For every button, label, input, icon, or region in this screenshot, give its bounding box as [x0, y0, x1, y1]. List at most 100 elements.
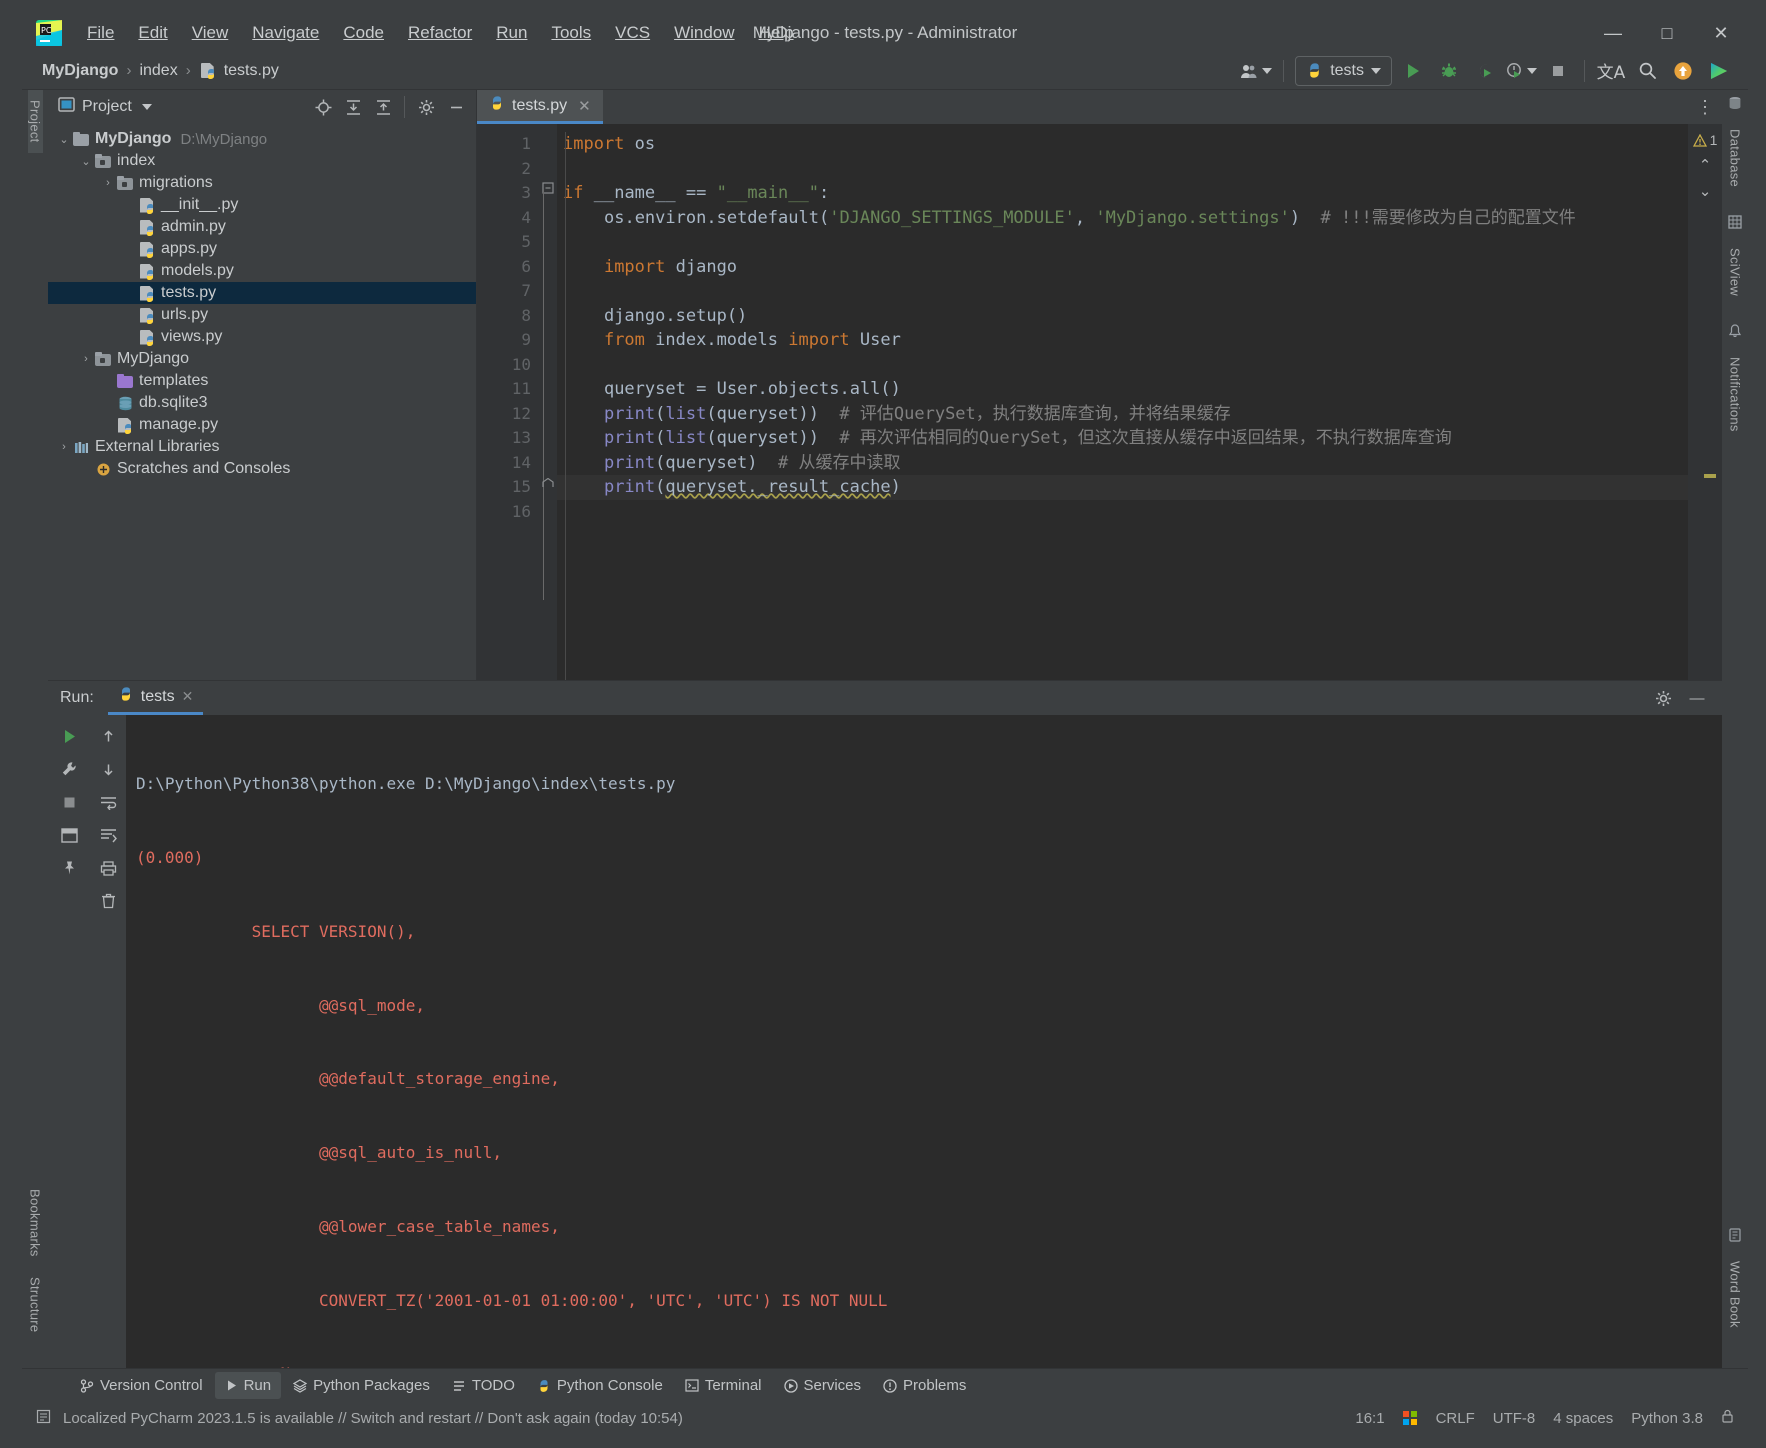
close-icon[interactable]: ✕ [182, 688, 194, 705]
tree-row[interactable]: manage.py [48, 414, 476, 436]
indent-setting[interactable]: 4 spaces [1553, 1410, 1613, 1427]
menu-bar[interactable]: File Edit View Navigate Code Refactor Ru… [76, 19, 805, 47]
fold-end-icon[interactable] [542, 475, 554, 493]
breadcrumb-project[interactable]: MyDjango [36, 60, 124, 82]
breadcrumb-folder[interactable]: index [133, 60, 183, 82]
sidebar-item-notifications[interactable]: Notifications [1728, 347, 1743, 442]
run-tab-tests[interactable]: tests ✕ [107, 681, 204, 715]
tree-row[interactable]: Scratches and Consoles [48, 458, 476, 480]
menu-item-help[interactable]: Help [748, 19, 805, 47]
bottom-tab-todo[interactable]: TODO [442, 1372, 525, 1399]
bottom-tab-python-console[interactable]: Python Console [527, 1372, 673, 1399]
bottom-tab-services[interactable]: Services [774, 1372, 872, 1399]
tree-row[interactable]: › migrations [48, 172, 476, 194]
breadcrumb-file[interactable]: tests.py [218, 60, 285, 82]
wrench-icon[interactable] [54, 754, 84, 784]
project-tree[interactable]: ⌄ MyDjango D:\MyDjango ⌄ index › migrati… [48, 124, 476, 680]
chevron-right-icon[interactable]: › [78, 353, 94, 365]
close-button[interactable]: ✕ [1694, 14, 1748, 52]
tree-row[interactable]: ⌄ MyDjango D:\MyDjango [48, 128, 476, 150]
caret-position[interactable]: 16:1 [1355, 1410, 1384, 1427]
menu-item-edit[interactable]: Edit [127, 19, 178, 47]
sidebar-item-sciview[interactable]: SciView [1728, 238, 1743, 306]
menu-item-navigate[interactable]: Navigate [241, 19, 330, 47]
lock-icon[interactable] [1721, 1409, 1734, 1428]
scroll-up-icon[interactable] [93, 721, 123, 751]
tree-row[interactable]: models.py [48, 260, 476, 282]
menu-item-view[interactable]: View [181, 19, 240, 47]
run-with-coverage-button[interactable] [1470, 56, 1500, 86]
stop-button[interactable] [1543, 56, 1573, 86]
code-text[interactable]: import os if __name__ == "__main__": os.… [557, 124, 1722, 680]
tree-row-selected[interactable]: tests.py [48, 282, 476, 304]
stop-icon[interactable] [54, 787, 84, 817]
sidebar-item-project[interactable]: Project [27, 90, 43, 153]
tree-row[interactable]: db.sqlite3 [48, 392, 476, 414]
editor-options-icon[interactable]: ⋮ [1688, 90, 1722, 124]
bottom-tab-problems[interactable]: Problems [873, 1372, 976, 1399]
warning-count-chip[interactable]: 1 [1692, 132, 1717, 148]
profile-button[interactable] [1506, 56, 1537, 86]
tab-tests-py[interactable]: tests.py ✕ [477, 90, 603, 124]
locate-icon[interactable] [309, 94, 337, 120]
rerun-icon[interactable] [54, 721, 84, 751]
translate-icon[interactable]: 文A [1596, 56, 1626, 86]
status-message[interactable]: Localized PyCharm 2023.1.5 is available … [63, 1410, 683, 1427]
run-button[interactable] [1398, 56, 1428, 86]
gear-icon[interactable] [1648, 683, 1678, 713]
menu-item-run[interactable]: Run [485, 19, 538, 47]
event-log-icon[interactable] [36, 1409, 51, 1428]
chevron-right-icon[interactable]: › [56, 441, 72, 453]
debug-button[interactable] [1434, 56, 1464, 86]
menu-item-tools[interactable]: Tools [540, 19, 602, 47]
scroll-to-end-icon[interactable] [93, 820, 123, 850]
sidebar-item-bookmarks[interactable]: Bookmarks [28, 1179, 43, 1267]
scroll-down-icon[interactable] [93, 754, 123, 784]
ide-feature-icon[interactable] [1704, 56, 1734, 86]
tree-row[interactable]: views.py [48, 326, 476, 348]
maximize-button[interactable]: □ [1640, 14, 1694, 52]
tree-row[interactable]: admin.py [48, 216, 476, 238]
menu-item-refactor[interactable]: Refactor [397, 19, 483, 47]
clear-all-icon[interactable] [93, 886, 123, 916]
line-separator[interactable]: CRLF [1436, 1410, 1475, 1427]
tree-row[interactable]: urls.py [48, 304, 476, 326]
python-interpreter[interactable]: Python 3.8 [1631, 1410, 1703, 1427]
chevron-down-icon[interactable]: ⌄ [56, 133, 72, 146]
menu-item-code[interactable]: Code [332, 19, 395, 47]
prev-problem-icon[interactable]: ⌃ [1699, 156, 1712, 174]
bottom-tab-python-packages[interactable]: Python Packages [283, 1372, 440, 1399]
sidebar-item-structure[interactable]: Structure [28, 1267, 43, 1342]
warning-marker[interactable] [1704, 474, 1716, 478]
tree-row[interactable]: __init__.py [48, 194, 476, 216]
collapse-all-icon[interactable] [369, 94, 397, 120]
run-console-output[interactable]: D:\Python\Python38\python.exe D:\MyDjang… [126, 715, 1722, 1368]
tree-row[interactable]: apps.py [48, 238, 476, 260]
minimize-button[interactable]: — [1586, 14, 1640, 52]
update-project-icon[interactable] [1668, 56, 1698, 86]
chevron-right-icon[interactable]: › [100, 177, 116, 189]
pin-icon[interactable] [54, 853, 84, 883]
next-problem-icon[interactable]: ⌄ [1699, 182, 1712, 200]
fold-gutter[interactable] [539, 124, 557, 680]
file-encoding[interactable]: UTF-8 [1493, 1410, 1536, 1427]
search-everywhere-icon[interactable] [1632, 56, 1662, 86]
soft-wrap-icon[interactable] [93, 787, 123, 817]
tree-row[interactable]: › External Libraries [48, 436, 476, 458]
tree-row[interactable]: ⌄ index [48, 150, 476, 172]
chevron-down-icon[interactable]: ⌄ [78, 155, 94, 168]
bottom-tab-run[interactable]: Run [214, 1372, 282, 1399]
minimize-panel-icon[interactable]: — [1682, 683, 1712, 713]
close-icon[interactable]: ✕ [578, 97, 591, 115]
layout-icon[interactable] [54, 820, 84, 850]
tree-row[interactable]: templates [48, 370, 476, 392]
tree-row[interactable]: › MyDjango [48, 348, 476, 370]
bottom-tab-terminal[interactable]: Terminal [675, 1372, 772, 1399]
menu-item-vcs[interactable]: VCS [604, 19, 661, 47]
chevron-down-icon[interactable] [141, 104, 152, 110]
menu-item-file[interactable]: File [76, 19, 125, 47]
code-area[interactable]: 1 2 3 4 5 6 7 8 9 10 11 12 13 14 15 16 i… [477, 124, 1722, 680]
menu-item-window[interactable]: Window [663, 19, 745, 47]
sidebar-item-word-book[interactable]: Word Book [1728, 1251, 1743, 1338]
gear-icon[interactable] [412, 94, 440, 120]
